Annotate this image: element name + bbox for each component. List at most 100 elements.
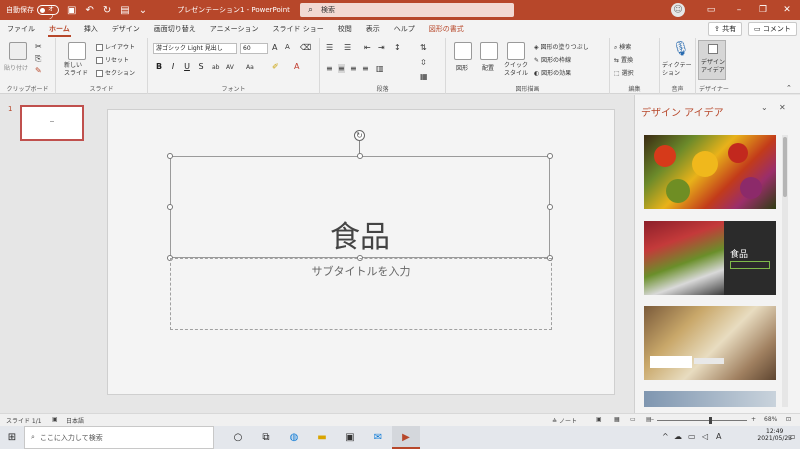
layout-button[interactable]: レイアウト (96, 42, 135, 51)
slide-thumbnail[interactable] (20, 105, 84, 141)
increase-indent-icon[interactable]: ⇥ (378, 43, 385, 52)
search-box[interactable]: ⌕ 検索 (300, 3, 514, 17)
collapse-ribbon-icon[interactable]: ⌃ (786, 84, 792, 92)
arrange-label[interactable]: 配置 (482, 63, 494, 72)
font-color-icon[interactable]: A (294, 62, 299, 71)
start-slideshow-icon[interactable]: ▤ (120, 5, 129, 16)
design-pane-scroll-thumb[interactable] (783, 137, 787, 197)
tab-help[interactable]: ヘルプ (387, 20, 422, 38)
design-ideas-button[interactable]: デザイン アイデア (698, 40, 726, 80)
language-indicator[interactable]: 日本語 (66, 416, 84, 425)
new-slide-label[interactable]: 新しい スライド (64, 62, 88, 78)
file-explorer-icon[interactable]: ▬ (308, 426, 336, 449)
zoom-level[interactable]: 68% (764, 416, 777, 423)
new-slide-icon[interactable] (68, 42, 86, 60)
align-left-icon[interactable]: ≡ (326, 64, 333, 73)
align-center-icon[interactable]: ≡ (338, 64, 345, 73)
tab-animations[interactable]: アニメーション (203, 20, 266, 38)
bold-button[interactable]: B (154, 62, 164, 71)
autosave-toggle[interactable]: オフ (37, 5, 59, 21)
section-button[interactable]: セクション (96, 68, 135, 77)
powerpoint-taskbar-icon[interactable]: ▶ (392, 426, 420, 449)
tab-view[interactable]: 表示 (359, 20, 387, 38)
align-right-icon[interactable]: ≡ (350, 64, 357, 73)
numbering-icon[interactable]: ☰ (344, 43, 351, 52)
save-icon[interactable]: ▣ (67, 5, 76, 16)
microphone-icon[interactable]: 🎙 (672, 41, 690, 57)
clear-format-icon[interactable]: ⌫ (300, 43, 311, 52)
zoom-slider-knob[interactable] (709, 417, 712, 424)
shapes-icon[interactable] (454, 42, 472, 60)
tab-transitions[interactable]: 画面切り替え (147, 20, 203, 38)
highlight-icon[interactable]: ✐ (272, 62, 279, 71)
fit-slide-icon[interactable]: ⊡ (786, 416, 791, 423)
find-button[interactable]: ⌕ 検索 (614, 42, 631, 52)
char-spacing-icon[interactable]: AV (226, 64, 234, 71)
tab-design[interactable]: デザイン (105, 20, 147, 38)
resize-handle-nw[interactable] (167, 153, 173, 159)
arrange-icon[interactable] (480, 42, 498, 60)
zoom-in-icon[interactable]: + (751, 416, 756, 423)
decrease-indent-icon[interactable]: ⇤ (364, 43, 371, 52)
shape-effects-button[interactable]: ◐ 図形の効果 (534, 68, 571, 77)
font-size-select[interactable]: 60 (240, 43, 268, 54)
task-view-icon[interactable]: ⧉ (252, 426, 280, 449)
slide-sorter-icon[interactable]: ▦ (614, 416, 620, 423)
pane-close-icon[interactable]: ✕ (779, 103, 786, 112)
edge-icon[interactable]: ◍ (280, 426, 308, 449)
text-direction-icon[interactable]: ⇅ (420, 43, 427, 52)
columns-icon[interactable]: ▥ (376, 64, 384, 73)
shape-fill-button[interactable]: ◈ 図形の塗りつぶし (534, 42, 589, 51)
onedrive-icon[interactable]: ☁ (674, 432, 682, 441)
rotate-handle-icon[interactable]: ↻ (354, 130, 365, 141)
cortana-icon[interactable]: ○ (224, 426, 252, 449)
spelling-icon[interactable]: ▣ (52, 416, 58, 423)
slide-title[interactable]: 食品 (171, 212, 549, 256)
windows-start-icon[interactable]: ⊞ (0, 432, 24, 443)
subtitle-placeholder[interactable]: サブタイトルを入力 (170, 258, 552, 330)
font-name-select[interactable]: 游ゴシック Light 見出し (153, 43, 237, 54)
tab-slideshow[interactable]: スライド ショー (266, 20, 331, 38)
normal-view-icon[interactable]: ▣ (596, 416, 602, 423)
reading-view-icon[interactable]: ▭ (630, 416, 636, 423)
design-idea-1[interactable] (644, 135, 776, 209)
tab-home[interactable]: ホーム (42, 20, 77, 38)
tab-file[interactable]: ファイル (0, 20, 42, 38)
paste-icon[interactable] (9, 42, 27, 60)
italic-button[interactable]: I (168, 62, 178, 71)
zoom-out-icon[interactable]: – (651, 416, 654, 423)
ribbon-display-icon[interactable]: ▭ (700, 0, 722, 20)
redo-icon[interactable]: ↻ (103, 5, 111, 16)
zoom-slider[interactable] (657, 420, 747, 421)
close-icon[interactable]: ✕ (776, 0, 798, 20)
design-idea-3[interactable] (644, 306, 776, 380)
system-clock[interactable]: 12:49 2021/05/23 (757, 428, 792, 442)
resize-handle-n[interactable] (357, 153, 363, 159)
customize-qat-icon[interactable]: ⌄ (139, 5, 147, 16)
minimize-icon[interactable]: – (728, 0, 750, 20)
taskbar-search[interactable]: ⌕ ここに入力して検索 (24, 426, 214, 449)
volume-icon[interactable]: ◁ (702, 432, 708, 441)
undo-icon[interactable]: ↶ (85, 5, 93, 16)
subtitle-placeholder-text[interactable]: サブタイトルを入力 (171, 263, 551, 279)
store-icon[interactable]: ▣ (336, 426, 364, 449)
shapes-label[interactable]: 図形 (456, 63, 468, 72)
change-case-icon[interactable]: Aa (246, 64, 254, 71)
tab-review[interactable]: 校閲 (331, 20, 359, 38)
pane-options-icon[interactable]: ⌄ (761, 103, 768, 112)
mail-icon[interactable]: ✉ (364, 426, 392, 449)
tab-shape-format[interactable]: 図形の書式 (422, 20, 471, 38)
comments-button[interactable]: ▭ コメント (748, 22, 797, 36)
ime-indicator[interactable]: A (716, 432, 721, 441)
copy-icon[interactable]: ⎘ (35, 54, 41, 64)
quick-styles-icon[interactable] (507, 42, 525, 60)
design-idea-2[interactable]: 食品 (644, 221, 776, 295)
network-icon[interactable]: ▭ (688, 432, 696, 441)
format-painter-icon[interactable]: ✎ (35, 66, 42, 75)
cut-icon[interactable]: ✂ (35, 42, 42, 51)
tab-insert[interactable]: 挿入 (77, 20, 105, 38)
account-avatar-icon[interactable]: ☺ (671, 3, 685, 17)
line-spacing-icon[interactable]: ↕ (394, 43, 401, 52)
smartart-icon[interactable]: ▦ (420, 72, 428, 81)
restore-icon[interactable]: ❐ (752, 0, 774, 20)
